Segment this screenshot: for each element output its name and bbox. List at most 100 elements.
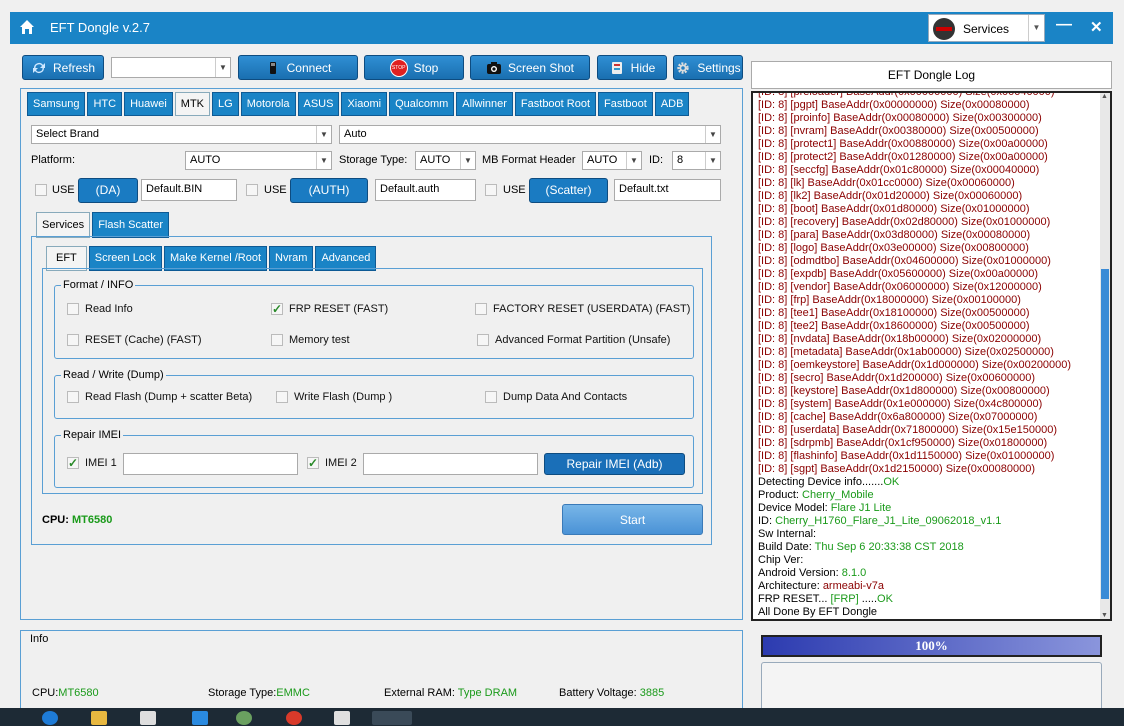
read-info-checkbox[interactable] — [67, 303, 79, 315]
tab-allwinner[interactable]: Allwinner — [456, 92, 513, 116]
tab-adb[interactable]: ADB — [654, 92, 690, 116]
mail-icon[interactable] — [334, 711, 350, 725]
write-flash-option[interactable]: Write Flash (Dump ) — [276, 391, 392, 403]
screenshot-button[interactable]: Screen Shot — [470, 55, 590, 80]
hide-icon — [611, 61, 622, 74]
adv-format-checkbox[interactable] — [477, 334, 489, 346]
factory-reset-checkbox[interactable] — [475, 303, 487, 315]
chevron-down-icon[interactable]: ▼ — [626, 152, 641, 169]
use-da-checkbox[interactable] — [35, 184, 47, 196]
imei2-option[interactable]: IMEI 2 — [307, 457, 357, 469]
adv-format-option[interactable]: Advanced Format Partition (Unsafe) — [477, 334, 670, 346]
scatter-file-field[interactable]: Default.txt — [614, 179, 721, 201]
tab-fastboot[interactable]: Fastboot — [598, 92, 653, 116]
brand-select[interactable]: Select Brand ▼ — [31, 125, 332, 144]
memory-test-option[interactable]: Memory test — [271, 334, 350, 346]
platform-label: Platform: — [31, 154, 76, 166]
model-select[interactable]: Auto ▼ — [339, 125, 721, 144]
tab-motorola[interactable]: Motorola — [240, 92, 296, 116]
id-select[interactable]: 8 ▼ — [672, 151, 721, 170]
scatter-button[interactable]: (Scatter) — [529, 178, 608, 203]
tab-asus[interactable]: ASUS — [297, 92, 340, 116]
platform-select[interactable]: AUTO ▼ — [185, 151, 332, 170]
tab-fastboot-root[interactable]: Fastboot Root — [514, 92, 597, 116]
chevron-down-icon[interactable]: ▼ — [460, 152, 475, 169]
screenshot-label: Screen Shot — [507, 60, 575, 75]
use-scatter-checkbox[interactable] — [485, 184, 497, 196]
scroll-thumb[interactable] — [1101, 269, 1109, 599]
dump-data-option[interactable]: Dump Data And Contacts — [485, 391, 627, 403]
connect-button[interactable]: Connect — [238, 55, 358, 80]
imei1-checkbox[interactable] — [67, 457, 79, 469]
edge-icon[interactable] — [42, 711, 58, 725]
auth-file-field[interactable]: Default.auth — [375, 179, 476, 201]
tab-services[interactable]: Services — [36, 212, 91, 238]
stop-button[interactable]: STOP Stop — [364, 55, 464, 80]
log-partition-line: [ID: 8] [oemkeystore] BaseAddr(0x1d00000… — [758, 359, 1072, 371]
port-select[interactable]: ▼ — [111, 57, 231, 78]
refresh-button[interactable]: Refresh — [22, 55, 104, 80]
chevron-down-icon[interactable]: ▼ — [316, 126, 331, 143]
imei2-checkbox[interactable] — [307, 457, 319, 469]
factory-reset-option[interactable]: FACTORY RESET (USERDATA) (FAST) — [475, 303, 690, 315]
frp-reset-option[interactable]: FRP RESET (FAST) — [271, 303, 388, 315]
read-flash-checkbox[interactable] — [67, 391, 79, 403]
imei1-field[interactable] — [123, 453, 298, 475]
mb-format-value: AUTO — [587, 154, 618, 166]
log-partition-line: [ID: 8] [system] BaseAddr(0x1e000000) Si… — [758, 398, 1043, 410]
reset-cache-checkbox[interactable] — [67, 334, 79, 346]
folder-icon[interactable] — [91, 711, 107, 725]
tab-mtk[interactable]: MTK — [174, 92, 211, 116]
imei1-option[interactable]: IMEI 1 — [67, 457, 117, 469]
scroll-up-icon[interactable]: ▲ — [1101, 93, 1108, 100]
log-partition-line: [ID: 8] [vendor] BaseAddr(0x06000000) Si… — [758, 281, 1042, 293]
scroll-down-icon[interactable]: ▼ — [1101, 612, 1108, 619]
chevron-down-icon[interactable]: ▼ — [316, 152, 331, 169]
chevron-down-icon[interactable]: ▼ — [1028, 15, 1044, 41]
imei2-field[interactable] — [363, 453, 538, 475]
info-battery: Battery Voltage: 3885 — [559, 687, 665, 699]
store-icon[interactable] — [140, 711, 156, 725]
tab-htc[interactable]: HTC — [87, 92, 123, 116]
da-button[interactable]: (DA) — [78, 178, 138, 203]
log-scrollbar[interactable]: ▲ ▼ — [1100, 93, 1110, 619]
services-dropdown[interactable]: Services ▼ — [928, 14, 1045, 42]
log-output[interactable]: [ID: 8] [preloader] BaseAddr(0x00000000)… — [751, 91, 1112, 621]
read-info-option[interactable]: Read Info — [67, 303, 133, 315]
dump-data-checkbox[interactable] — [485, 391, 497, 403]
log-partition-line: [ID: 8] [protect2] BaseAddr(0x01280000) … — [758, 151, 1048, 163]
start-button[interactable]: Start — [562, 504, 703, 535]
da-file-field[interactable]: Default.BIN — [141, 179, 237, 201]
read-flash-option[interactable]: Read Flash (Dump + scatter Beta) — [67, 391, 252, 403]
model-select-value: Auto — [344, 128, 367, 140]
hide-button[interactable]: Hide — [597, 55, 667, 80]
chevron-down-icon[interactable]: ▼ — [215, 58, 230, 77]
eft-dongle-taskbar-icon[interactable] — [372, 711, 412, 725]
memory-test-checkbox[interactable] — [271, 334, 283, 346]
repair-imei-button[interactable]: Repair IMEI (Adb) — [544, 453, 685, 475]
chrome-icon[interactable] — [286, 711, 302, 725]
app-icon[interactable] — [236, 711, 252, 725]
close-button[interactable]: ✕ — [1090, 18, 1103, 36]
auth-button[interactable]: (AUTH) — [290, 178, 368, 203]
tab-qualcomm[interactable]: Qualcomm — [389, 92, 455, 116]
chevron-down-icon[interactable]: ▼ — [705, 152, 720, 169]
tab-lg[interactable]: LG — [212, 92, 239, 116]
tab-samsung[interactable]: Samsung — [27, 92, 86, 116]
reset-cache-option[interactable]: RESET (Cache) (FAST) — [67, 334, 202, 346]
settings-button[interactable]: Settings — [673, 55, 743, 80]
media-icon[interactable] — [192, 711, 208, 725]
tab-huawei[interactable]: Huawei — [124, 92, 173, 116]
format-info-group: Format / INFO Read Info FRP RESET (FAST)… — [54, 279, 694, 359]
storage-type-select[interactable]: AUTO ▼ — [415, 151, 476, 170]
frp-reset-checkbox[interactable] — [271, 303, 283, 315]
mb-format-select[interactable]: AUTO ▼ — [582, 151, 642, 170]
write-flash-checkbox[interactable] — [276, 391, 288, 403]
connect-label: Connect — [286, 60, 332, 75]
tab-xiaomi[interactable]: Xiaomi — [341, 92, 388, 116]
tab-flash-scatter[interactable]: Flash Scatter — [92, 212, 169, 238]
storage-type-label: Storage Type: — [339, 154, 408, 166]
use-auth-checkbox[interactable] — [246, 184, 258, 196]
chevron-down-icon[interactable]: ▼ — [705, 126, 720, 143]
minimize-button[interactable]: — — [1056, 16, 1072, 34]
